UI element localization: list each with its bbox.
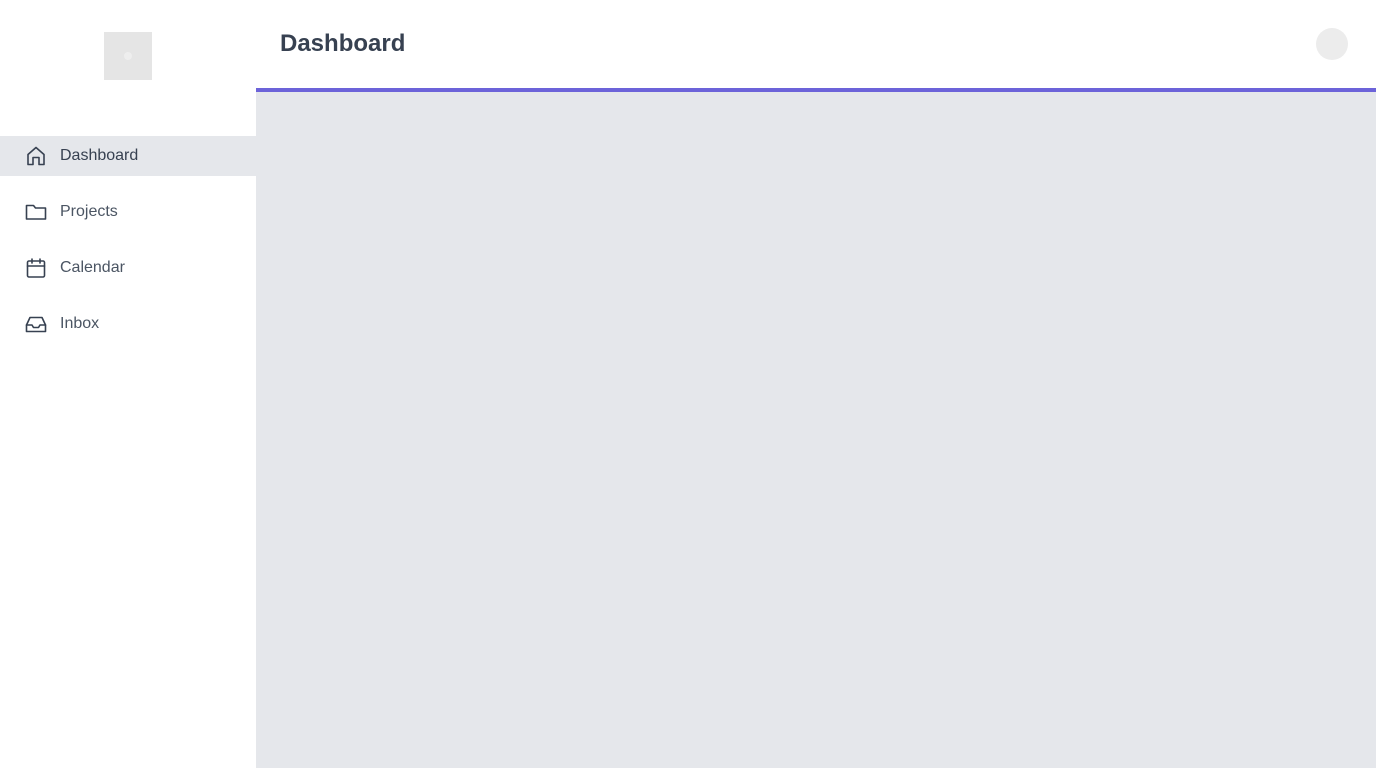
logo[interactable] bbox=[104, 32, 152, 80]
inbox-icon bbox=[24, 312, 48, 336]
sidebar-item-dashboard[interactable]: Dashboard bbox=[0, 136, 256, 176]
sidebar-nav: Dashboard Projects Calendar Inbox bbox=[0, 136, 256, 360]
calendar-icon bbox=[24, 256, 48, 280]
home-icon bbox=[24, 144, 48, 168]
page-title: Dashboard bbox=[280, 30, 406, 57]
sidebar-item-label: Calendar bbox=[60, 259, 125, 276]
top-header: Dashboard bbox=[256, 0, 1376, 88]
sidebar-item-inbox[interactable]: Inbox bbox=[0, 304, 256, 344]
main-content bbox=[256, 92, 1376, 768]
sidebar-item-calendar[interactable]: Calendar bbox=[0, 248, 256, 288]
sidebar: Dashboard Projects Calendar Inbox bbox=[0, 0, 256, 768]
logo-mark bbox=[124, 52, 132, 60]
folder-icon bbox=[24, 200, 48, 224]
sidebar-item-projects[interactable]: Projects bbox=[0, 192, 256, 232]
sidebar-item-label: Projects bbox=[60, 203, 118, 220]
app-shell: Dashboard Projects Calendar Inbox Dashbo… bbox=[0, 0, 1376, 768]
avatar[interactable] bbox=[1316, 28, 1348, 60]
sidebar-item-label: Inbox bbox=[60, 315, 100, 332]
sidebar-item-label: Dashboard bbox=[60, 147, 139, 164]
